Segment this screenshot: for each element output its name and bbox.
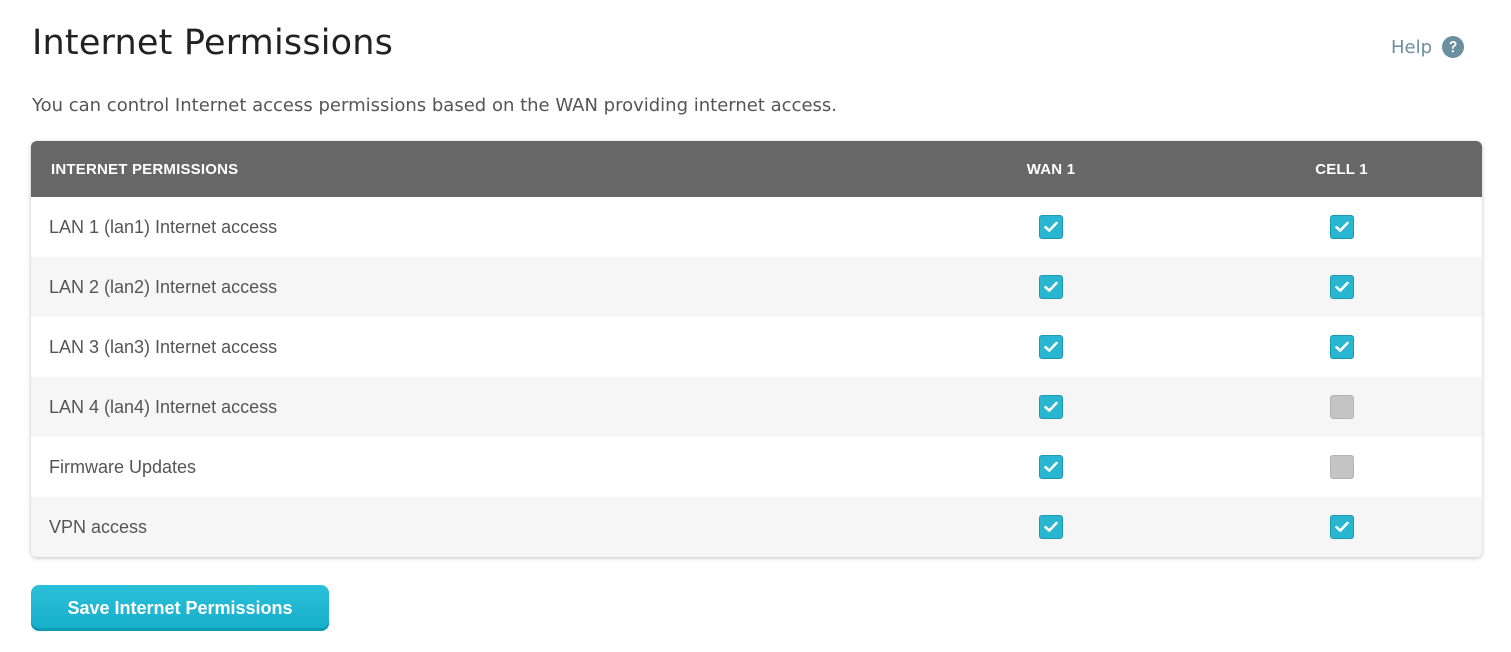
wan1-checkbox[interactable] (1039, 395, 1063, 419)
checkmark-icon (1334, 521, 1349, 532)
table-row: LAN 1 (lan1) Internet access (31, 197, 1482, 257)
table-row: Firmware Updates (31, 437, 1482, 497)
cell1-checkbox[interactable] (1329, 335, 1354, 359)
table-row: VPN access (31, 497, 1482, 557)
permission-label: LAN 4 (lan4) Internet access (49, 396, 278, 417)
cell1-checkbox[interactable] (1329, 395, 1354, 419)
save-permissions-button[interactable]: Save Internet Permissions (31, 585, 329, 631)
permission-label: LAN 3 (lan3) Internet access (49, 336, 278, 357)
wan1-cell (901, 377, 1201, 437)
table-row: LAN 3 (lan3) Internet access (31, 317, 1482, 377)
wan1-checkbox[interactable] (1039, 335, 1063, 359)
permissions-table: INTERNET PERMISSIONS WAN 1 CELL 1 LAN 1 … (31, 141, 1482, 557)
cell1-cell (1201, 257, 1482, 317)
checkmark-icon (1044, 461, 1058, 472)
checkmark-icon (1334, 341, 1349, 352)
cell1-checkbox[interactable] (1329, 455, 1354, 479)
table-row: LAN 4 (lan4) Internet access (31, 377, 1482, 437)
checkmark-icon (1044, 341, 1058, 352)
wan1-checkbox[interactable] (1039, 515, 1063, 539)
page-title: Internet Permissions (32, 23, 394, 63)
cell1-cell (1201, 197, 1482, 257)
wan1-cell (901, 257, 1201, 317)
cell1-checkbox[interactable] (1329, 215, 1354, 239)
cell1-cell (1201, 317, 1482, 377)
column-header-permissions: INTERNET PERMISSIONS (51, 160, 239, 178)
wan1-checkbox[interactable] (1039, 455, 1063, 479)
checkmark-icon (1334, 221, 1349, 232)
cell1-cell (1201, 497, 1482, 557)
wan1-cell (901, 437, 1201, 497)
cell1-cell (1201, 377, 1482, 437)
checkmark-icon (1044, 521, 1058, 532)
wan1-cell (901, 497, 1201, 557)
checkmark-icon (1044, 401, 1058, 412)
permission-label: Firmware Updates (49, 456, 197, 477)
wan1-checkbox[interactable] (1039, 215, 1063, 239)
permission-label: LAN 2 (lan2) Internet access (49, 276, 278, 297)
table-header-row: INTERNET PERMISSIONS WAN 1 CELL 1 (31, 141, 1482, 197)
column-header-wan1: WAN 1 (1026, 160, 1076, 178)
checkmark-icon (1334, 281, 1349, 292)
checkmark-icon (1044, 221, 1058, 232)
help-label: Help (1390, 36, 1432, 58)
permission-label: VPN access (49, 516, 148, 537)
permission-label: LAN 1 (lan1) Internet access (49, 216, 278, 237)
cell1-cell (1201, 437, 1482, 497)
page-description: You can control Internet access permissi… (32, 95, 837, 116)
table-row: LAN 2 (lan2) Internet access (31, 257, 1482, 317)
wan1-checkbox[interactable] (1039, 275, 1063, 299)
column-header-cell1: CELL 1 (1315, 160, 1368, 178)
wan1-cell (901, 317, 1201, 377)
question-circle-icon (1442, 36, 1464, 58)
wan1-cell (901, 197, 1201, 257)
cell1-checkbox[interactable] (1329, 275, 1354, 299)
help-link[interactable]: Help (1391, 35, 1465, 59)
checkmark-icon (1044, 281, 1058, 292)
cell1-checkbox[interactable] (1329, 515, 1354, 539)
